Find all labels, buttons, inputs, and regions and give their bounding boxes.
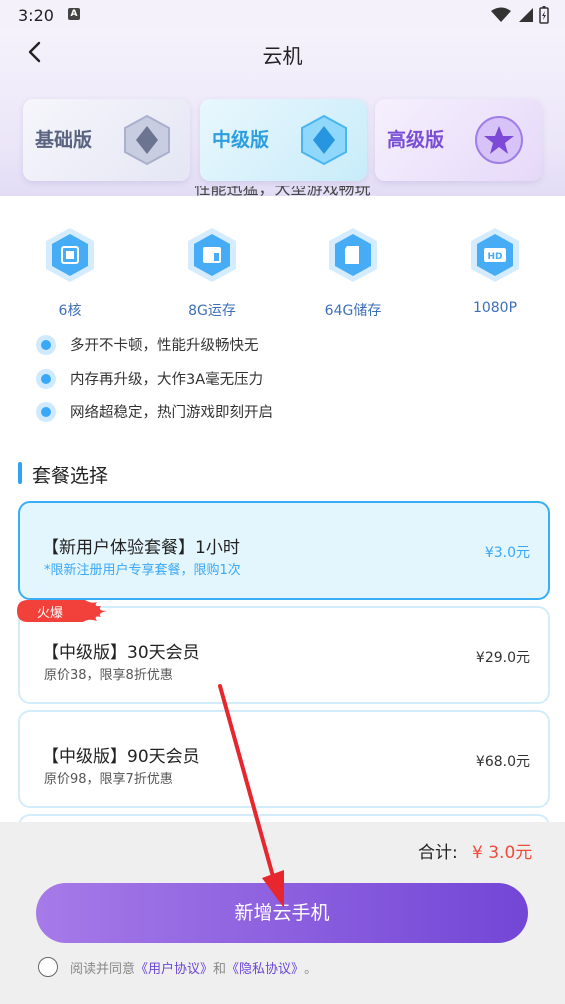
tier-basic-card[interactable]: 基础版: [23, 99, 190, 181]
tier-label: 中级版: [212, 129, 270, 151]
star-badge-icon: [475, 116, 523, 164]
bullet-icon: [36, 401, 56, 422]
feature-label: 1080P: [472, 300, 518, 316]
feature-storage: 64G储存: [313, 226, 393, 320]
benefit-text: 内存再升级，大作3A毫无压力: [70, 372, 264, 388]
page-title: 云机: [262, 44, 303, 68]
battery-icon: [539, 6, 549, 24]
signal-icon: [519, 8, 533, 22]
total-label: 合计:: [418, 843, 458, 863]
plan-price: ¥3.0元: [484, 545, 530, 561]
diamond-badge-icon: [301, 114, 347, 166]
bullet-icon: [36, 368, 56, 389]
tier-advanced-card[interactable]: 高级版: [375, 99, 542, 181]
sd-card-icon: [329, 228, 377, 282]
agree-radio[interactable]: [38, 957, 58, 977]
status-time: 3:20: [18, 6, 54, 25]
add-cloud-phone-button[interactable]: 新增云手机: [36, 883, 528, 943]
benefit-text: 网络超稳定，热门游戏即刻开启: [70, 405, 273, 421]
tier-label: 基础版: [35, 129, 93, 151]
feature-cores: 6核: [30, 226, 110, 320]
user-agreement-link[interactable]: 《用户协议》: [135, 958, 213, 977]
status-bar: 3:20 A: [0, 0, 565, 30]
agree-prefix: 阅读并同意: [70, 961, 136, 977]
feature-ram: 8G运存: [172, 226, 252, 320]
agreement-row: 阅读并同意 《用户协议》 和 《隐私协议》 。: [38, 957, 317, 977]
section-title: 套餐选择: [32, 465, 109, 487]
plan-note: 原价98，限享7折优惠: [44, 772, 173, 787]
benefit-item: 内存再升级，大作3A毫无压力: [36, 368, 263, 389]
bullet-icon: [36, 334, 56, 355]
notification-icon: A: [68, 8, 80, 20]
plan-name: 【中级版】90天会员: [42, 747, 200, 767]
plan-option-90-day[interactable]: 【中级版】90天会员 原价98，限享7折优惠 ¥68.0元: [18, 710, 550, 808]
benefit-item: 多开不卡顿，性能升级畅快无: [36, 334, 259, 355]
wifi-icon: [491, 7, 511, 22]
feature-label: 8G运存: [188, 303, 236, 319]
total-price: ¥ 3.0元: [472, 843, 533, 863]
plan-note: *限新注册用户专享套餐，限购1次: [44, 563, 241, 578]
agree-and: 和: [213, 961, 227, 977]
hot-badge-label: 火爆: [37, 606, 64, 621]
plan-option-trial[interactable]: 【新用户体验套餐】1小时 *限新注册用户专享套餐，限购1次 ¥3.0元: [18, 501, 550, 600]
agree-suffix: 。: [304, 961, 318, 977]
plan-name: 【新用户体验套餐】1小时: [42, 538, 240, 558]
hot-badge: 火爆: [17, 600, 107, 622]
plan-price: ¥68.0元: [475, 754, 530, 770]
tier-intermediate-card[interactable]: 中级版: [200, 99, 367, 181]
benefit-item: 网络超稳定，热门游戏即刻开启: [36, 401, 273, 422]
plan-name: 【中级版】30天会员: [42, 643, 200, 663]
feature-label: 64G储存: [324, 303, 382, 319]
hd-icon: HD: [471, 228, 519, 282]
plan-price: ¥29.0元: [475, 650, 530, 666]
feature-resolution: HD 1080P: [455, 226, 535, 316]
memory-icon: [188, 228, 236, 282]
svg-text:HD: HD: [487, 252, 502, 262]
status-icons: [491, 6, 549, 24]
tier-label: 高级版: [387, 129, 445, 151]
cpu-icon: [46, 228, 94, 282]
benefit-text: 多开不卡顿，性能升级畅快无: [70, 338, 259, 354]
section-accent-bar: [18, 462, 22, 484]
feature-subtitle: 性能迅猛，大型游戏畅玩: [194, 186, 371, 196]
diamond-badge-icon: [124, 114, 170, 166]
feature-label: 6核: [58, 303, 82, 319]
privacy-agreement-link[interactable]: 《隐私协议》: [226, 958, 304, 977]
plan-note: 原价38，限享8折优惠: [44, 668, 173, 683]
